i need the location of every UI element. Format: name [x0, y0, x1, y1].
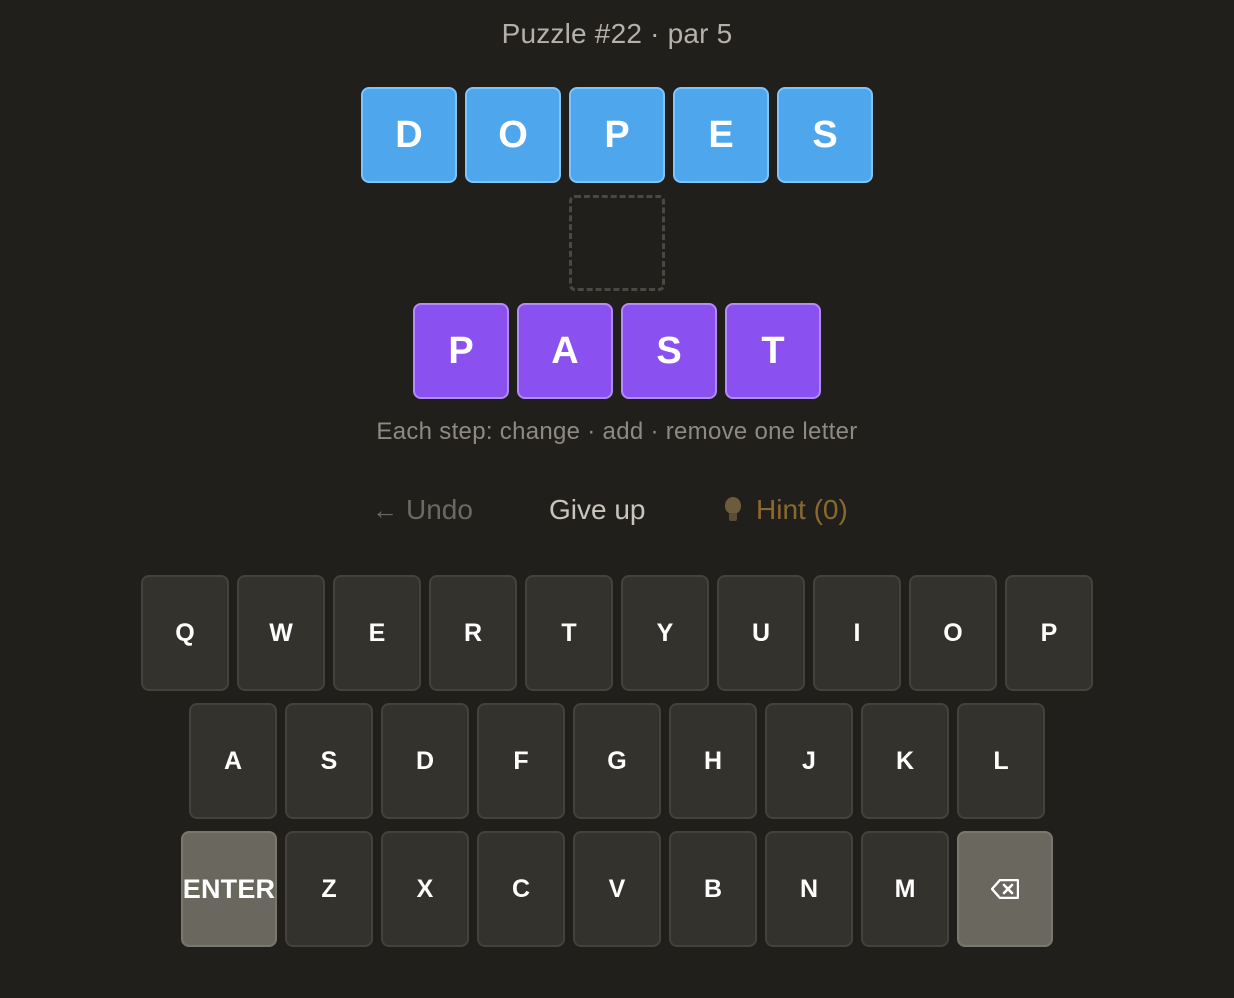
key-u[interactable]: U — [717, 575, 805, 691]
puzzle-title: Puzzle #22 · par 5 — [501, 18, 733, 49]
key-q[interactable]: Q — [141, 575, 229, 691]
key-g[interactable]: G — [573, 703, 661, 819]
key-e[interactable]: E — [333, 575, 421, 691]
key-f[interactable]: F — [477, 703, 565, 819]
undo-button[interactable]: ← Undo — [372, 488, 473, 532]
key-m[interactable]: M — [861, 831, 949, 947]
key-r[interactable]: R — [429, 575, 517, 691]
next-word-input-slot[interactable] — [569, 195, 665, 291]
key-y[interactable]: Y — [621, 575, 709, 691]
key-i[interactable]: I — [813, 575, 901, 691]
target-letter-tile: S — [621, 303, 717, 399]
target-word-row: PAST — [0, 303, 1234, 399]
key-p[interactable]: P — [1005, 575, 1093, 691]
rules-text: Each step: change · add · remove one let… — [376, 418, 858, 445]
target-letter-tile: A — [517, 303, 613, 399]
backspace-key[interactable] — [957, 831, 1053, 947]
key-s[interactable]: S — [285, 703, 373, 819]
key-c[interactable]: C — [477, 831, 565, 947]
key-v[interactable]: V — [573, 831, 661, 947]
start-letter-tile: E — [673, 87, 769, 183]
undo-label: Undo — [406, 494, 473, 525]
hint-button[interactable]: Hint (0) — [724, 488, 848, 532]
action-bar: ← Undo Give up Hint (0) — [0, 488, 1234, 532]
key-z[interactable]: Z — [285, 831, 373, 947]
key-l[interactable]: L — [957, 703, 1045, 819]
start-letter-tile: O — [465, 87, 561, 183]
target-letter-tile: T — [725, 303, 821, 399]
lightbulb-icon — [724, 497, 742, 523]
key-k[interactable]: K — [861, 703, 949, 819]
enter-key[interactable]: ENTER — [181, 831, 277, 947]
key-n[interactable]: N — [765, 831, 853, 947]
key-a[interactable]: A — [189, 703, 277, 819]
key-h[interactable]: H — [669, 703, 757, 819]
key-o[interactable]: O — [909, 575, 997, 691]
backspace-icon — [991, 879, 1019, 899]
arrow-left-icon: ← — [372, 494, 398, 525]
key-b[interactable]: B — [669, 831, 757, 947]
start-word-row: DOPES — [0, 87, 1234, 183]
game-screen: Puzzle #22 · par 5 DOPES PAST Each step:… — [0, 0, 1234, 998]
key-j[interactable]: J — [765, 703, 853, 819]
key-t[interactable]: T — [525, 575, 613, 691]
key-x[interactable]: X — [381, 831, 469, 947]
key-w[interactable]: W — [237, 575, 325, 691]
keyboard-row-2: ASDFGHJKL — [0, 703, 1234, 819]
keyboard-row-3: ENTER ZXCVBNM — [0, 831, 1234, 947]
key-d[interactable]: D — [381, 703, 469, 819]
give-up-button[interactable]: Give up — [549, 488, 646, 532]
start-letter-tile: D — [361, 87, 457, 183]
keyboard-row-1: QWERTYUIOP — [0, 575, 1234, 691]
target-letter-tile: P — [413, 303, 509, 399]
start-letter-tile: S — [777, 87, 873, 183]
hint-label: Hint (0) — [756, 494, 848, 525]
start-letter-tile: P — [569, 87, 665, 183]
